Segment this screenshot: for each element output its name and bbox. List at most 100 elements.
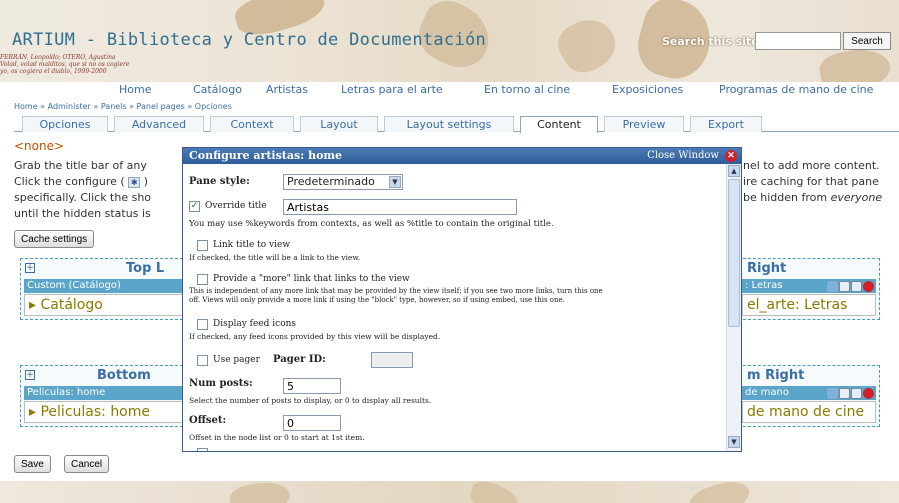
footer-decoration: [227, 481, 293, 503]
pane-content-bar[interactable]: de mano: [742, 386, 876, 400]
footer-decoration: [466, 481, 524, 503]
intro-text-part: Click the configure (: [14, 175, 125, 188]
pane-title: Bottom: [97, 368, 151, 383]
configure-icon[interactable]: [851, 387, 862, 399]
override-title-input[interactable]: [283, 199, 517, 215]
intro-text: be hidden from everyone: [743, 191, 882, 204]
use-pager-checkbox[interactable]: [197, 355, 208, 366]
breadcrumb[interactable]: Home » Administer » Panels » Panel pages…: [14, 102, 232, 111]
nav-item-home[interactable]: Home: [119, 83, 151, 96]
offset-label: Offset:: [189, 415, 227, 426]
link-title-checkbox[interactable]: [197, 240, 208, 251]
nav-item-exposiciones[interactable]: Exposiciones: [612, 83, 683, 96]
header-decoration: [551, 9, 624, 81]
scroll-down-arrow-icon[interactable]: ▼: [728, 436, 740, 448]
tab-opciones[interactable]: Opciones: [22, 116, 108, 132]
tab-export[interactable]: Export: [690, 116, 762, 132]
footer-decoration: [686, 481, 754, 503]
add-content-icon[interactable]: +: [25, 263, 35, 273]
pane-bottom-left: + Bottom Peliculas: home ▸ Peliculas: ho…: [20, 365, 188, 427]
pane-content-bar[interactable]: Peliculas: home: [24, 386, 184, 400]
close-window-link[interactable]: Close Window: [647, 148, 719, 164]
pane-content-item[interactable]: el_arte: Letras: [742, 294, 876, 316]
pane-bottom-right: m Right de mano de mano de cine: [738, 365, 880, 427]
style-icon[interactable]: [827, 280, 838, 292]
pane-bar-label: : Letras: [745, 280, 783, 291]
configure-icon: ✱: [128, 177, 141, 188]
pane-title: m Right: [747, 368, 805, 383]
pane-content-item[interactable]: ▸ Catálogo: [24, 294, 184, 316]
tab-context[interactable]: Context: [210, 116, 294, 132]
num-posts-label: Num posts:: [189, 378, 253, 389]
intro-emphasis: everyone: [830, 191, 883, 204]
header-quote: FERRÁN, Leopoldo; OTERO, Agustina Volad,…: [0, 54, 130, 75]
pager-id-input[interactable]: [371, 352, 413, 368]
intro-text: Grab the title bar of any: [14, 159, 147, 172]
scroll-thumb[interactable]: [728, 179, 740, 327]
cache-settings-button[interactable]: Cache settings: [14, 230, 95, 248]
search-input[interactable]: [755, 32, 841, 50]
pane-style-label: Pane style:: [189, 176, 250, 187]
modal-title-bar[interactable]: Configure artistas: home Close Window ✕: [183, 148, 741, 164]
use-pager-label: Use pager: [213, 355, 260, 365]
more-link-checkbox[interactable]: [197, 274, 208, 285]
style-icon[interactable]: [827, 387, 838, 399]
nav-item-letras[interactable]: Letras para el arte: [341, 83, 443, 96]
modal-scrollbar[interactable]: ▲ ▼: [726, 164, 741, 451]
feed-icons-checkbox[interactable]: [197, 319, 208, 330]
pane-content-item[interactable]: de mano de cine: [742, 401, 876, 423]
pane-style-select[interactable]: Predeterminado ▼: [283, 174, 403, 190]
tab-layout-settings[interactable]: Layout settings: [384, 116, 514, 132]
pane-top-left: + Top L Custom (Catálogo) ▸ Catálogo: [20, 258, 188, 320]
site-footer: [0, 481, 899, 503]
pane-bar-label: de mano: [745, 387, 790, 398]
pane-content-bar[interactable]: Custom (Catálogo): [24, 279, 184, 293]
nav-item-cine[interactable]: En torno al cine: [484, 83, 570, 96]
pane-content-bar[interactable]: : Letras: [742, 279, 876, 293]
visibility-icon[interactable]: [839, 280, 850, 292]
nav-item-catalogo[interactable]: Catálogo: [193, 83, 242, 96]
next-option-checkbox[interactable]: [197, 448, 208, 451]
chevron-down-icon: ▼: [389, 176, 401, 188]
quote-line: Volad, volad malditos, que si no os cogi…: [0, 61, 130, 68]
cancel-button[interactable]: Cancel: [64, 455, 110, 473]
site-title[interactable]: ARTIUM - Biblioteca y Centro de Document…: [12, 30, 486, 50]
pane-style-value: Predeterminado: [287, 175, 375, 188]
modal-title: Configure artistas: home: [189, 149, 343, 162]
configure-icon[interactable]: [851, 280, 862, 292]
override-title-label: Override title: [205, 201, 267, 211]
pane-content-item[interactable]: ▸ Peliculas: home: [24, 401, 184, 423]
pane-controls: [826, 387, 874, 400]
nav-item-programas[interactable]: Programas de mano de cine: [719, 83, 873, 96]
tab-preview[interactable]: Preview: [604, 116, 684, 132]
tab-advanced[interactable]: Advanced: [114, 116, 204, 132]
feed-icons-help: If checked, any feed icons provided by t…: [189, 332, 441, 341]
intro-text-part: be hidden from: [743, 191, 828, 204]
remove-icon[interactable]: [863, 387, 874, 399]
tab-layout[interactable]: Layout: [300, 116, 378, 132]
feed-icons-label: Display feed icons: [213, 319, 297, 329]
visibility-icon[interactable]: [839, 387, 850, 399]
override-title-checkbox[interactable]: ✓: [189, 201, 200, 212]
intro-text: until the hidden status is: [14, 207, 151, 220]
search-button[interactable]: Search: [843, 32, 891, 50]
num-posts-input[interactable]: [283, 378, 341, 394]
remove-icon[interactable]: [863, 280, 874, 292]
close-icon[interactable]: ✕: [725, 150, 737, 162]
intro-text: ire caching for that pane: [743, 175, 879, 188]
configure-modal: Configure artistas: home Close Window ✕ …: [182, 147, 742, 452]
link-title-label: Link title to view: [213, 240, 291, 250]
offset-input[interactable]: [283, 415, 341, 431]
num-posts-help: Select the number of posts to display, o…: [189, 396, 432, 405]
intro-text: nel to add more content.: [743, 159, 880, 172]
scroll-up-arrow-icon[interactable]: ▲: [728, 165, 740, 177]
add-content-icon[interactable]: +: [25, 370, 35, 380]
save-button[interactable]: Save: [14, 455, 51, 473]
tab-bar: Opciones Advanced Context Layout Layout …: [14, 116, 899, 133]
tab-content[interactable]: Content: [520, 116, 598, 133]
pager-id-label: Pager ID:: [273, 354, 326, 365]
nav-item-artistas[interactable]: Artistas: [266, 83, 308, 96]
more-link-label: Provide a "more" link that links to the …: [213, 274, 410, 284]
link-title-help: If checked, the title will be a link to …: [189, 253, 361, 262]
quote-line: FERRÁN, Leopoldo; OTERO, Agustina: [0, 54, 116, 61]
